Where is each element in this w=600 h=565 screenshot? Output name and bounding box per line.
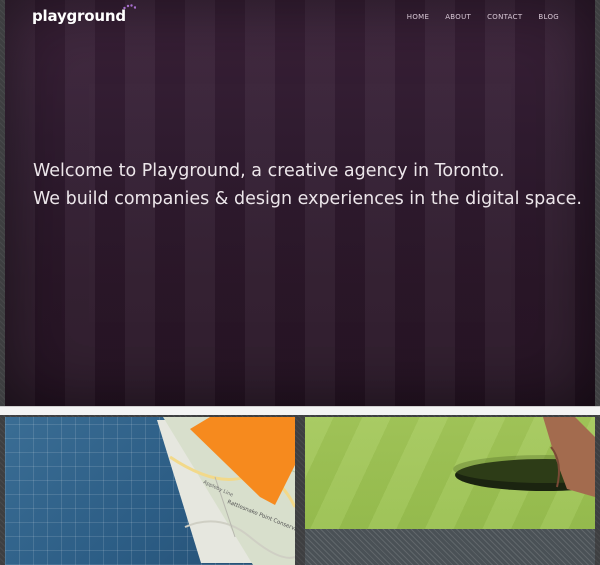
- tagline-line-1: Welcome to Playground, a creative agency…: [33, 161, 505, 181]
- nav-contact[interactable]: CONTACT: [487, 13, 522, 21]
- main-nav: HOME ABOUT CONTACT BLOG: [407, 13, 559, 21]
- nav-blog[interactable]: BLOG: [538, 13, 559, 21]
- hero-tagline: Welcome to Playground, a creative agency…: [33, 157, 582, 213]
- logo-text: playground: [32, 7, 126, 25]
- map-paper-image: Rattlesnake Point Conservation Area Appl…: [157, 417, 295, 565]
- logo[interactable]: playground: [32, 7, 126, 25]
- hero-section: playground HOME ABOUT CONTACT BLOG Welco…: [5, 0, 595, 406]
- tagline-line-2: We build companies & design experiences …: [33, 189, 582, 209]
- portfolio-tile-golf[interactable]: [305, 417, 595, 565]
- logo-dots-icon: [123, 4, 136, 10]
- nav-home[interactable]: HOME: [407, 13, 429, 21]
- section-divider: [0, 406, 600, 415]
- portfolio-tile-map[interactable]: Rattlesnake Point Conservation Area Appl…: [5, 417, 295, 565]
- striped-footer-strip: [305, 529, 595, 565]
- nav-about[interactable]: ABOUT: [445, 13, 471, 21]
